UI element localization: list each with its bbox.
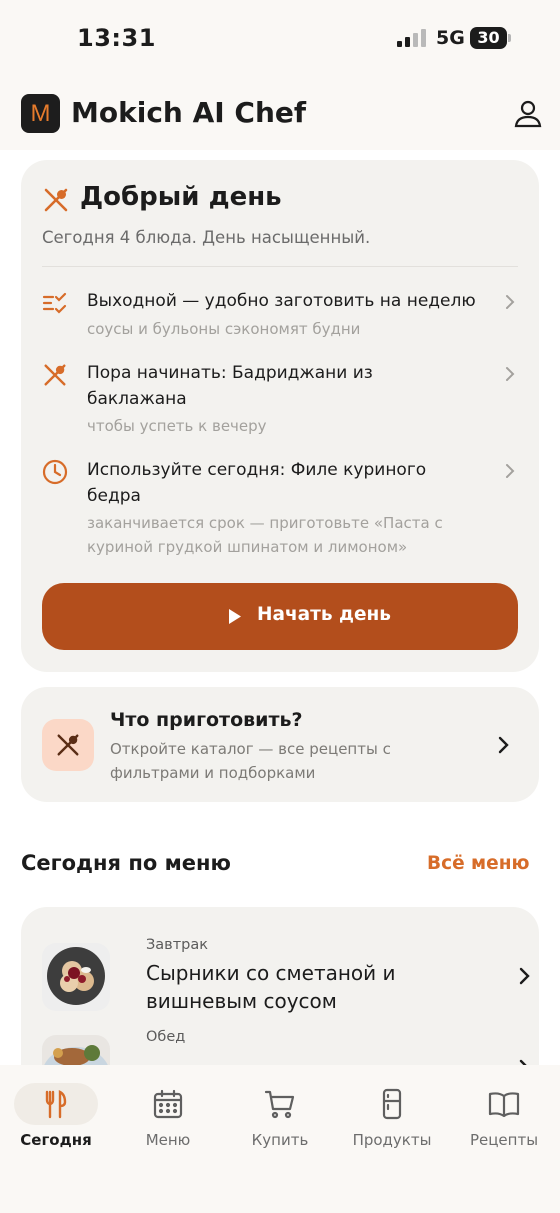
tab-menu[interactable]: Меню — [118, 1083, 218, 1153]
divider — [42, 266, 518, 267]
tip-item[interactable]: Пора начинать: Бадриджани из баклажана ч… — [42, 360, 518, 440]
play-icon — [229, 609, 241, 624]
today-menu-title: Сегодня по меню — [21, 851, 231, 875]
chevron-right-icon — [498, 736, 509, 754]
catalog-subtitle: Откройте каталог — все рецепты с фильтра… — [110, 740, 391, 782]
tip-subtitle: соусы и бульоны сэкономят будни — [87, 320, 361, 338]
tip-subtitle: чтобы успеть к вечеру — [87, 417, 267, 435]
battery-level: 30 — [477, 28, 500, 47]
person-icon[interactable] — [513, 99, 543, 129]
today-menu-card: Завтрак Сырники со сметаной и вишневым с… — [21, 907, 539, 1065]
fridge-icon — [382, 1088, 402, 1120]
network-label: 5G — [436, 27, 465, 49]
meal-name: Сырники со сметаной и вишневым соусом — [146, 961, 396, 1013]
tab-products[interactable]: Продукты — [342, 1083, 442, 1153]
chevron-right-icon — [506, 464, 515, 478]
greeting-subtitle: Сегодня 4 блюда. День насыщенный. — [42, 228, 371, 247]
utensils-icon — [44, 188, 68, 212]
app-title: Mokich AI Chef — [71, 96, 307, 129]
tab-buy[interactable]: Купить — [230, 1083, 330, 1153]
tab-label: Меню — [145, 1131, 191, 1149]
chevron-right-icon — [519, 967, 530, 985]
list-check-icon — [42, 292, 67, 314]
list-item[interactable]: Завтрак Сырники со сметаной и вишневым с… — [42, 937, 530, 1023]
greeting-card: Добрый день Сегодня 4 блюда. День насыще… — [21, 160, 539, 672]
meal-image — [42, 1035, 110, 1065]
tip-title: Выходной — удобно заготовить на неделю — [87, 291, 476, 311]
chevron-right-icon — [506, 367, 515, 381]
tip-title: Пора начинать: Бадриджани из баклажана — [87, 363, 373, 409]
tab-label: Продукты — [352, 1131, 432, 1149]
tab-label: Рецепты — [469, 1131, 539, 1149]
list-item[interactable]: Обед — [42, 1029, 527, 1065]
tip-item[interactable]: Выходной — удобно заготовить на неделю с… — [42, 288, 518, 344]
utensils-icon — [44, 364, 66, 386]
tab-recipes[interactable]: Рецепты — [454, 1083, 554, 1153]
chevron-right-icon — [506, 295, 515, 309]
meal-image — [42, 943, 110, 1011]
app-header: M Mokich AI Chef — [0, 76, 560, 150]
signal-icon — [397, 29, 426, 47]
tab-label: Сегодня — [20, 1131, 92, 1149]
fork-knife-icon — [45, 1090, 67, 1119]
tip-title: Используйте сегодня: Филе куриного бедра — [87, 460, 427, 506]
utensils-icon — [57, 734, 79, 756]
status-bar: 13:31 5G 30 — [0, 0, 560, 76]
greeting-title: Добрый день — [80, 182, 282, 212]
tip-item[interactable]: Используйте сегодня: Филе куриного бедра… — [42, 457, 518, 561]
status-time: 13:31 — [77, 24, 156, 52]
start-day-label: Начать день — [257, 604, 391, 625]
main-scroll[interactable]: Добрый день Сегодня 4 блюда. День насыще… — [0, 150, 560, 1065]
app-logo: M — [21, 94, 60, 133]
meal-type: Завтрак — [146, 937, 209, 953]
catalog-icon-box — [42, 719, 94, 771]
battery-icon: 30 — [470, 27, 511, 49]
tab-today[interactable]: Сегодня — [6, 1083, 106, 1153]
catalog-title: Что приготовить? — [110, 709, 303, 731]
tip-subtitle: заканчивается срок — приготовьте «Паста … — [87, 514, 443, 556]
start-day-button[interactable]: Начать день — [42, 583, 518, 650]
cart-icon — [264, 1090, 295, 1119]
calendar-icon — [153, 1089, 183, 1119]
tab-bar: Сегодня Меню Купить Продукты Рецепты — [0, 1065, 560, 1213]
clock-icon — [42, 459, 68, 485]
book-icon — [488, 1092, 520, 1118]
all-menu-link[interactable]: Всё меню — [427, 853, 530, 874]
catalog-card[interactable]: Что приготовить? Откройте каталог — все … — [21, 687, 539, 802]
tab-label: Купить — [251, 1131, 309, 1149]
meal-type: Обед — [146, 1029, 186, 1045]
